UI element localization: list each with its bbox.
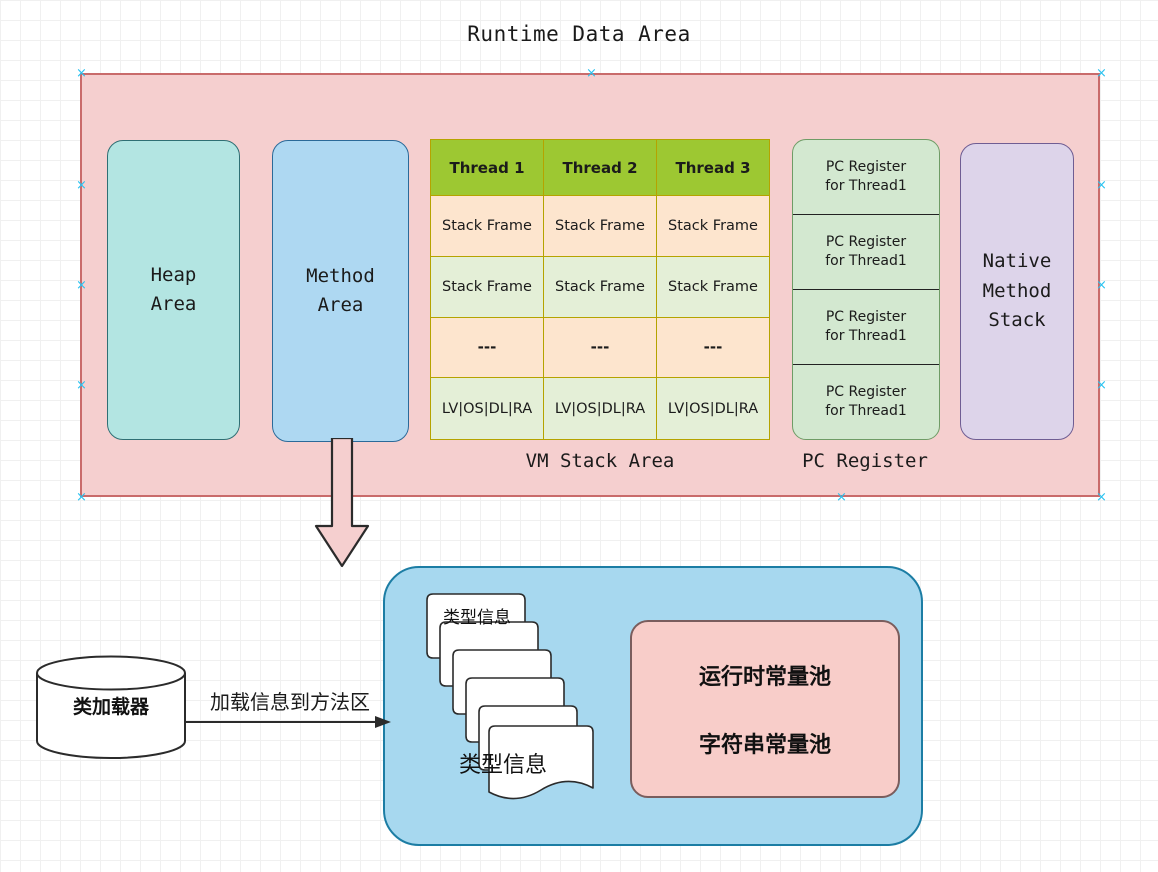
selection-handle-top-left[interactable]: ×	[76, 67, 87, 80]
class-loader-label: 类加载器	[72, 696, 149, 718]
page-title: Runtime Data Area	[467, 22, 691, 46]
selection-handle-bottom-left[interactable]: ×	[76, 491, 87, 504]
method-area-label-line1: Method	[306, 264, 375, 287]
selection-handle-top-right[interactable]: ×	[1096, 67, 1107, 80]
stack-frame-cell: Stack Frame	[431, 196, 544, 257]
pc-register-cell-line1: PC Register	[825, 234, 907, 251]
table-row: Stack Frame Stack Frame Stack Frame	[431, 256, 769, 318]
selection-handle-right-lower[interactable]: ×	[1096, 379, 1107, 392]
stack-frame-cell: Stack Frame	[431, 256, 544, 318]
method-area-down-arrow-icon	[314, 438, 370, 568]
frame-parts-cell: LV|OS|DL|RA	[657, 378, 769, 439]
stack-frame-cell: Stack Frame	[657, 196, 769, 257]
class-loader-arrow-icon	[186, 716, 391, 728]
vm-stack-table[interactable]: Thread 1 Thread 2 Thread 3 Stack Frame S…	[430, 139, 770, 440]
selection-handle-left-upper[interactable]: ×	[76, 179, 87, 192]
type-info-card-back-label: 类型信息	[443, 608, 511, 628]
pc-register-cell-line1: PC Register	[825, 384, 907, 401]
vm-stack-area-caption: VM Stack Area	[525, 450, 675, 472]
selection-handle-bottom-right[interactable]: ×	[1096, 491, 1107, 504]
pc-register-cell-line2: for Thread1	[825, 328, 907, 344]
method-area-label-line2: Area	[317, 294, 364, 316]
frame-parts-cell: LV|OS|DL|RA	[431, 378, 544, 439]
stack-frame-cell: Stack Frame	[544, 196, 657, 257]
pc-register-cell-line1: PC Register	[825, 159, 907, 176]
heap-area-box[interactable]: Heap Area	[107, 140, 240, 440]
thread-header-cell: Thread 3	[657, 140, 769, 196]
stack-frame-cell: Stack Frame	[544, 256, 657, 318]
selection-handle-left-middle[interactable]: ×	[76, 279, 87, 292]
method-area-box[interactable]: Method Area	[272, 140, 409, 442]
selection-handle-bottom-center-right[interactable]: ×	[836, 491, 847, 504]
pc-register-cell: PC Register for Thread1	[793, 290, 939, 365]
thread-header-cell: Thread 1	[431, 140, 544, 196]
pc-register-cell: PC Register for Thread1	[793, 215, 939, 290]
heap-area-label-line2: Area	[150, 293, 197, 315]
selection-handle-left-lower[interactable]: ×	[76, 379, 87, 392]
selection-handle-right-middle[interactable]: ×	[1096, 279, 1107, 292]
pc-register-cell: PC Register for Thread1	[793, 140, 939, 215]
ellipsis-cell: ---	[657, 317, 769, 379]
frame-parts-cell: LV|OS|DL|RA	[544, 378, 657, 439]
table-row: Stack Frame Stack Frame Stack Frame	[431, 196, 769, 257]
table-row: --- --- ---	[431, 317, 769, 379]
heap-area-label-line1: Heap	[150, 263, 197, 286]
type-info-card-stack[interactable]: 类型信息 类型信息	[425, 592, 605, 802]
runtime-constant-pool-label: 运行时常量池	[698, 665, 831, 690]
diagram-canvas: Runtime Data Area × × × × × × × × × × × …	[0, 0, 1158, 872]
ellipsis-cell: ---	[431, 317, 544, 379]
table-row: LV|OS|DL|RA LV|OS|DL|RA LV|OS|DL|RA	[431, 378, 769, 439]
runtime-constant-pool-box[interactable]: 运行时常量池 字符串常量池	[630, 620, 900, 798]
thread-header-cell: Thread 2	[544, 140, 657, 196]
pc-register-cell-line2: for Thread1	[825, 178, 907, 194]
string-constant-pool-label: 字符串常量池	[698, 733, 831, 758]
pc-register-caption: PC Register	[802, 450, 928, 472]
selection-handle-right-upper[interactable]: ×	[1096, 179, 1107, 192]
table-row: Thread 1 Thread 2 Thread 3	[431, 140, 769, 196]
pc-register-cell-line1: PC Register	[825, 309, 907, 326]
selection-handle-top-center[interactable]: ×	[586, 67, 597, 80]
native-method-stack-box[interactable]: Native Method Stack	[960, 143, 1074, 440]
stack-frame-cell: Stack Frame	[657, 256, 769, 318]
native-method-stack-label-line2: Method	[982, 279, 1052, 302]
pc-register-box[interactable]: PC Register for Thread1 PC Register for …	[792, 139, 940, 440]
pc-register-cell-line2: for Thread1	[825, 403, 907, 419]
pc-register-cell: PC Register for Thread1	[793, 365, 939, 439]
pc-register-cell-line2: for Thread1	[825, 253, 907, 269]
type-info-card-front-label: 类型信息	[459, 753, 547, 778]
native-method-stack-label-line1: Native	[982, 250, 1052, 273]
native-method-stack-label-line3: Stack	[988, 309, 1046, 332]
ellipsis-cell: ---	[544, 317, 657, 379]
